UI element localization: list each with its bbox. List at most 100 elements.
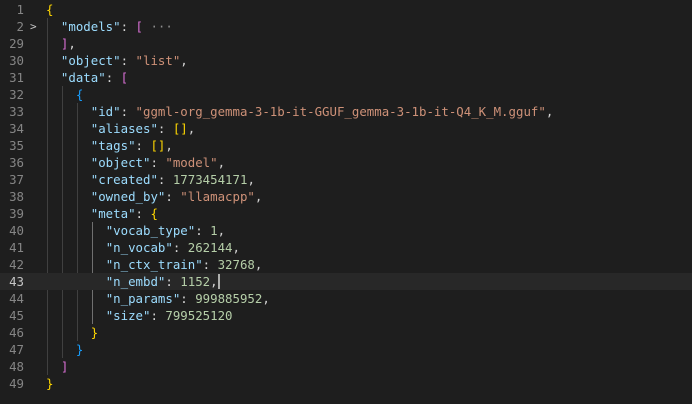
line-number: 38 — [9, 188, 24, 204]
code-line[interactable]: 38 "owned_by": "llamacpp", — [0, 188, 692, 205]
code-token: "model" — [165, 154, 218, 170]
code-token: "tags" — [90, 137, 136, 153]
code-token: } — [46, 375, 54, 391]
line-number: 2 — [16, 18, 24, 34]
code-token: 1152 — [180, 273, 211, 289]
code-token: [] — [150, 137, 166, 153]
code-text: "owned_by": "llamacpp", — [46, 188, 263, 205]
code-token: "ggml-org_gemma-3-1b-it-GGUF_gemma-3-1b-… — [135, 103, 546, 119]
line-number: 34 — [9, 120, 24, 136]
code-line[interactable]: 47 } — [0, 341, 692, 358]
code-text: "data": [ — [46, 69, 128, 86]
code-line[interactable]: 40 "vocab_type": 1, — [0, 222, 692, 239]
code-token: : — [135, 205, 151, 221]
code-token: : — [105, 69, 121, 85]
code-token: : — [120, 18, 136, 34]
code-token: 32768 — [217, 256, 255, 272]
code-text: ], — [46, 35, 76, 52]
code-token: , — [545, 103, 554, 119]
code-token: "models" — [60, 18, 121, 34]
code-token: "size" — [105, 307, 151, 323]
code-token: [ — [120, 69, 129, 85]
line-number: 29 — [9, 35, 24, 51]
code-token: , — [262, 290, 270, 306]
code-token: 1 — [210, 222, 218, 238]
code-token: : — [150, 154, 166, 170]
code-token: 799525120 — [165, 307, 233, 323]
code-text: { — [46, 86, 83, 103]
code-token: [ — [135, 18, 143, 34]
code-text: } — [46, 375, 53, 392]
line-number: 35 — [9, 137, 24, 153]
code-token: 1773454171 — [172, 171, 248, 187]
code-text: { — [46, 1, 53, 18]
code-token: , — [210, 273, 218, 289]
code-token: "data" — [60, 69, 106, 85]
fold-chevron-icon[interactable]: > — [30, 18, 40, 35]
line-number: 42 — [9, 256, 24, 272]
code-token: { — [150, 205, 158, 221]
code-token: ] — [60, 358, 69, 374]
code-token: : — [157, 171, 173, 187]
line-number: 43 — [9, 273, 24, 289]
code-line[interactable]: 2 > "models": [ ··· — [0, 18, 692, 35]
code-line[interactable]: 39 "meta": { — [0, 205, 692, 222]
code-line[interactable]: 35 "tags": [], — [0, 137, 692, 154]
line-number: 47 — [9, 341, 24, 357]
code-text: "aliases": [], — [46, 120, 195, 137]
code-line[interactable]: 29 ], — [0, 35, 692, 52]
code-line[interactable]: 42 "n_ctx_train": 32768, — [0, 256, 692, 273]
line-number: 33 — [9, 103, 24, 119]
code-token: "n_vocab" — [105, 239, 173, 255]
code-text: "vocab_type": 1, — [46, 222, 225, 239]
code-text: "object": "model", — [46, 154, 225, 171]
code-token: : — [157, 120, 173, 136]
code-line[interactable]: 32 { — [0, 86, 692, 103]
code-line[interactable]: 49} — [0, 375, 692, 392]
code-line[interactable]: 45 "size": 799525120 — [0, 307, 692, 324]
code-token: "llamacpp" — [180, 188, 255, 204]
line-number: 48 — [9, 358, 24, 374]
code-line[interactable]: 31 "data": [ — [0, 69, 692, 86]
code-token: , — [254, 188, 263, 204]
code-line[interactable]: 36 "object": "model", — [0, 154, 692, 171]
code-editor[interactable]: 1{2 > "models": [ ··· 29 ], 30 "object": "l… — [0, 0, 692, 404]
code-token: "aliases" — [90, 120, 158, 136]
code-line[interactable]: 34 "aliases": [], — [0, 120, 692, 137]
code-token: , — [217, 154, 226, 170]
line-number: 45 — [9, 307, 24, 323]
code-token: { — [75, 86, 84, 102]
code-line[interactable]: 44 "n_params": 999885952, — [0, 290, 692, 307]
code-line[interactable]: 37 "created": 1773454171, — [0, 171, 692, 188]
line-number: 46 — [9, 324, 24, 340]
code-line[interactable]: 30 "object": "list", — [0, 52, 692, 69]
code-token: : — [202, 256, 218, 272]
code-token: "n_params" — [105, 290, 181, 306]
code-line[interactable]: 41 "n_vocab": 262144, — [0, 239, 692, 256]
code-token: : — [120, 103, 136, 119]
code-text: "meta": { — [46, 205, 158, 222]
code-token: , — [247, 171, 255, 187]
code-line[interactable]: 48 ] — [0, 358, 692, 375]
code-line[interactable]: 1{ — [0, 1, 692, 18]
code-token: } — [90, 324, 99, 340]
code-line[interactable]: 46 } — [0, 324, 692, 341]
code-token: , — [217, 222, 226, 238]
code-line[interactable]: 43 "n_embd": 1152, — [0, 272, 692, 290]
code-text: "object": "list", — [46, 52, 188, 69]
line-number: 36 — [9, 154, 24, 170]
code-token: "owned_by" — [90, 188, 166, 204]
code-line[interactable]: 33 "id": "ggml-org_gemma-3-1b-it-GGUF_ge… — [0, 103, 692, 120]
